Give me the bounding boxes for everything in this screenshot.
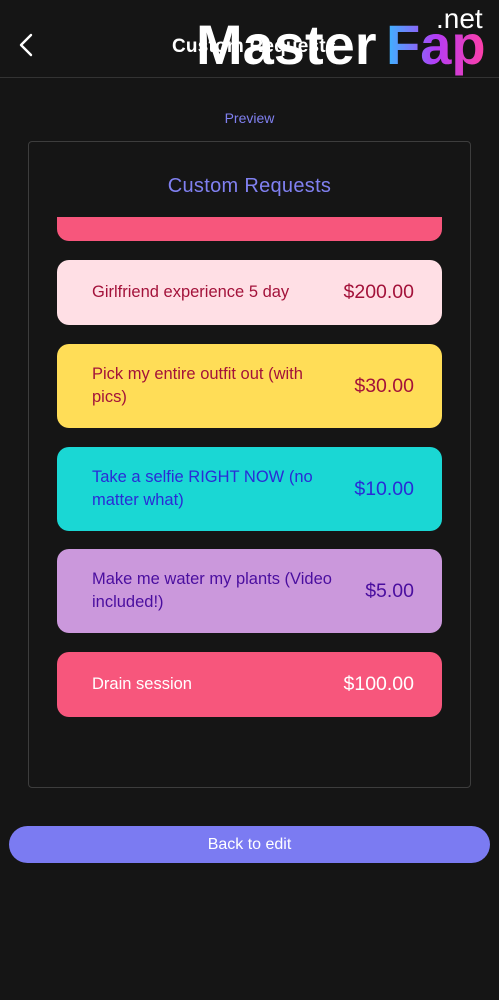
request-item[interactable]: Drain session $100.00 <box>57 652 442 717</box>
request-item[interactable]: Pick my entire outfit out (with pics) $3… <box>57 344 442 428</box>
clipped-request-item <box>57 217 442 241</box>
preview-label: Preview <box>224 110 275 126</box>
card-title: Custom Requests <box>167 175 332 197</box>
svg-text:Master: Master <box>196 13 377 76</box>
request-price: $200.00 <box>343 281 415 303</box>
back-to-edit-button[interactable]: Back to edit <box>9 826 490 863</box>
watermark-logo: Master Fap .net <box>196 4 486 76</box>
request-item[interactable]: Take a selfie RIGHT NOW (no matter what)… <box>57 447 442 531</box>
svg-text:.net: .net <box>436 4 483 34</box>
top-bar: Custom Requests Master Fap .net <box>0 0 499 78</box>
request-price: $5.00 <box>365 579 414 602</box>
request-item[interactable]: Make me water my plants (Video included!… <box>57 549 442 633</box>
request-item[interactable]: Girlfriend experience 5 day $200.00 <box>57 260 442 325</box>
request-name: Drain session <box>92 675 192 693</box>
request-name: Girlfriend experience 5 day <box>92 283 290 301</box>
request-name: Take a selfie RIGHT NOW (no matter what) <box>92 468 313 509</box>
request-name: Make me water my plants (Video included!… <box>92 570 332 611</box>
preview-card: Custom Requests Girlfriend experience 5 … <box>28 141 471 788</box>
request-name: Pick my entire outfit out (with pics) <box>92 365 303 406</box>
chevron-left-icon[interactable] <box>14 30 40 60</box>
request-price: $30.00 <box>354 374 414 397</box>
request-price: $10.00 <box>354 477 414 500</box>
request-price: $100.00 <box>343 673 415 695</box>
